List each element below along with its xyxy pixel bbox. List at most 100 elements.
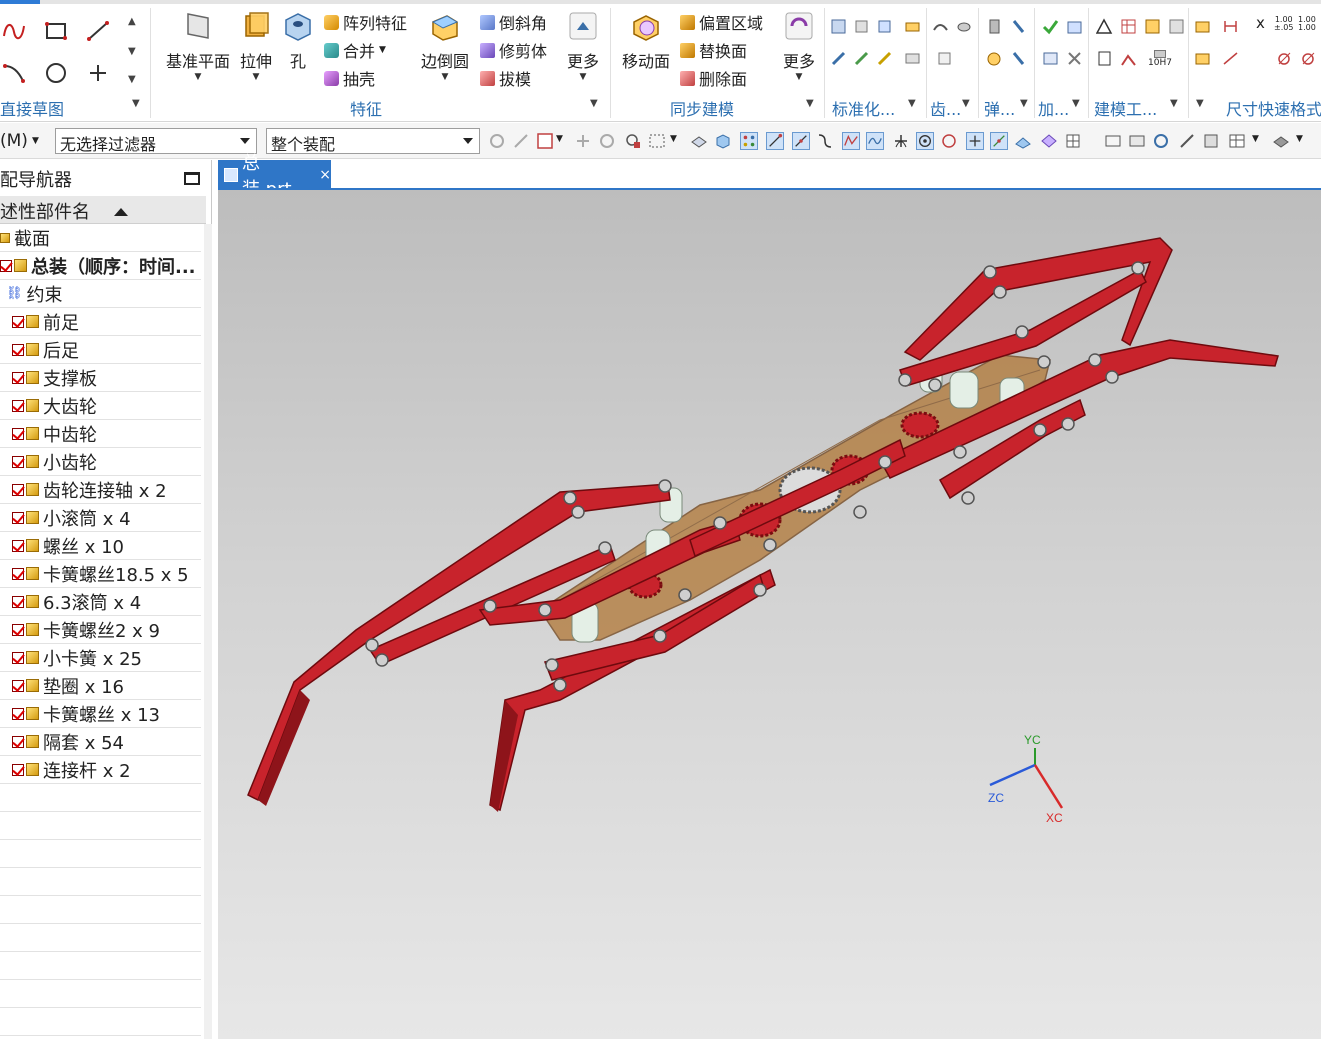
add-group-dropdown-icon[interactable]: ▼: [1072, 98, 1080, 109]
screw[interactable]: [598, 541, 612, 555]
visibility-checkbox[interactable]: [0, 259, 12, 272]
tree-node[interactable]: 齿轮连接轴 x 2: [0, 476, 201, 504]
dim-format-1[interactable]: 1.00 ±.05: [1274, 16, 1293, 32]
curve-point-icon[interactable]: [816, 132, 834, 150]
visibility-checkbox[interactable]: [12, 539, 24, 552]
screw[interactable]: [1015, 325, 1029, 339]
cylindrical-gear-icon[interactable]: [932, 18, 949, 35]
render-style-icon[interactable]: [1228, 132, 1246, 150]
visibility-checkbox[interactable]: [12, 707, 24, 720]
arc-icon[interactable]: [2, 62, 26, 84]
trim-body-button[interactable]: 修剪体: [480, 38, 547, 62]
screw[interactable]: [898, 373, 912, 387]
navigator-scrollbar[interactable]: [204, 224, 212, 1039]
disc-spring-icon[interactable]: [986, 50, 1003, 67]
tree-node[interactable]: 垫圈 x 16: [0, 672, 201, 700]
tree-node[interactable]: 大齿轮: [0, 392, 201, 420]
tree-node[interactable]: 小齿轮: [0, 448, 201, 476]
fit-tolerance-button[interactable]: 10H7: [1148, 50, 1172, 68]
feature-more-button[interactable]: 更多 ▼: [562, 10, 604, 82]
sketch-scroll-up-icon[interactable]: ▲: [128, 16, 136, 27]
sketch-arc-icon[interactable]: [2, 20, 26, 42]
visibility-checkbox[interactable]: [12, 595, 24, 608]
tree-node[interactable]: 小滚筒 x 4: [0, 504, 201, 532]
section-view-icon[interactable]: [1272, 132, 1290, 150]
visibility-checkbox[interactable]: [12, 371, 24, 384]
constraint-icon[interactable]: [1066, 50, 1083, 67]
snap-point-icon[interactable]: [740, 132, 758, 150]
draft-button[interactable]: 拔模: [480, 66, 531, 90]
select-gear-icon[interactable]: [488, 132, 506, 150]
shaft-icon[interactable]: [830, 50, 847, 67]
screw[interactable]: [1088, 353, 1102, 367]
shell-button[interactable]: 抽壳: [324, 66, 375, 90]
visibility-checkbox[interactable]: [12, 483, 24, 496]
screw[interactable]: [658, 479, 672, 493]
select-move-icon[interactable]: [574, 132, 592, 150]
feature-group-dropdown-icon[interactable]: ▼: [590, 98, 598, 109]
sort-ascending-icon[interactable]: [113, 208, 128, 216]
sketch-scroll-down-icon[interactable]: ▼: [128, 46, 136, 57]
screw[interactable]: [545, 658, 559, 672]
screw[interactable]: [365, 638, 379, 652]
visibility-checkbox[interactable]: [12, 763, 24, 776]
line-icon[interactable]: [86, 20, 110, 42]
chevron-down-icon[interactable]: ▼: [556, 134, 574, 152]
gear-group-dropdown-icon[interactable]: ▼: [962, 98, 970, 109]
navigator-column-header[interactable]: 述性部件名: [0, 196, 206, 224]
sync-more-button[interactable]: 更多 ▼: [778, 10, 820, 82]
control-point-icon[interactable]: [842, 132, 860, 150]
screw[interactable]: [563, 491, 577, 505]
standard-part-icon[interactable]: [830, 18, 847, 35]
pin-icon[interactable]: [876, 50, 893, 67]
existing-point-icon[interactable]: [966, 132, 984, 150]
zoom-icon[interactable]: [1128, 132, 1146, 150]
visibility-checkbox[interactable]: [12, 679, 24, 692]
spring-group-dropdown-icon[interactable]: ▼: [1020, 98, 1028, 109]
screw[interactable]: [961, 491, 975, 505]
screw[interactable]: [753, 583, 767, 597]
screw[interactable]: [678, 588, 692, 602]
visibility-checkbox[interactable]: [12, 315, 24, 328]
screw[interactable]: [983, 265, 997, 279]
screw[interactable]: [1033, 423, 1047, 437]
screw[interactable]: [653, 629, 667, 643]
chart-icon[interactable]: [1120, 50, 1137, 67]
delete-face-button[interactable]: 删除面: [680, 66, 747, 90]
screw[interactable]: [483, 599, 497, 613]
check-icon[interactable]: [1042, 18, 1059, 35]
tree-node[interactable]: 螺丝 x 10: [0, 532, 201, 560]
add-component-icon[interactable]: [1066, 18, 1083, 35]
screw[interactable]: [553, 678, 567, 692]
tree-node[interactable]: ⛓ 约束: [0, 280, 201, 308]
tension-spring-icon[interactable]: [1010, 18, 1027, 35]
rear-leg-1[interactable]: [247, 483, 671, 806]
visibility-checkbox[interactable]: [12, 427, 24, 440]
model-view[interactable]: YC ZC XC: [218, 188, 1321, 1039]
document-icon[interactable]: [1096, 50, 1113, 67]
gear-library-icon[interactable]: [904, 18, 921, 35]
close-icon[interactable]: ×: [319, 167, 331, 183]
screw[interactable]: [928, 378, 942, 392]
visibility-checkbox[interactable]: [12, 399, 24, 412]
visibility-checkbox[interactable]: [12, 567, 24, 580]
bevel-gear-icon[interactable]: [956, 18, 973, 35]
table-icon[interactable]: [1120, 18, 1137, 35]
diameter-icon[interactable]: [1276, 50, 1293, 67]
visibility-checkbox[interactable]: [12, 343, 24, 356]
dimension-style-icon[interactable]: [1194, 18, 1211, 35]
screw[interactable]: [375, 653, 389, 667]
chevron-down-icon[interactable]: ▼: [1296, 134, 1314, 152]
pattern-feature-button[interactable]: 阵列特征: [324, 10, 407, 34]
chevron-down-icon[interactable]: ▼: [1252, 134, 1270, 152]
tree-node[interactable]: 连接杆 x 2: [0, 756, 201, 784]
view-orient-icon[interactable]: [1202, 132, 1220, 150]
selection-filter-combo[interactable]: 无选择过滤器: [55, 128, 257, 154]
pan-view-icon[interactable]: [1178, 132, 1196, 150]
screw[interactable]: [953, 445, 967, 459]
hole-button[interactable]: 孔: [280, 10, 316, 72]
tree-node[interactable]: 后足: [0, 336, 201, 364]
roller[interactable]: [949, 371, 979, 409]
dimension-edit-icon[interactable]: [1194, 50, 1211, 67]
menu-button[interactable]: (M) ▼: [0, 131, 39, 151]
